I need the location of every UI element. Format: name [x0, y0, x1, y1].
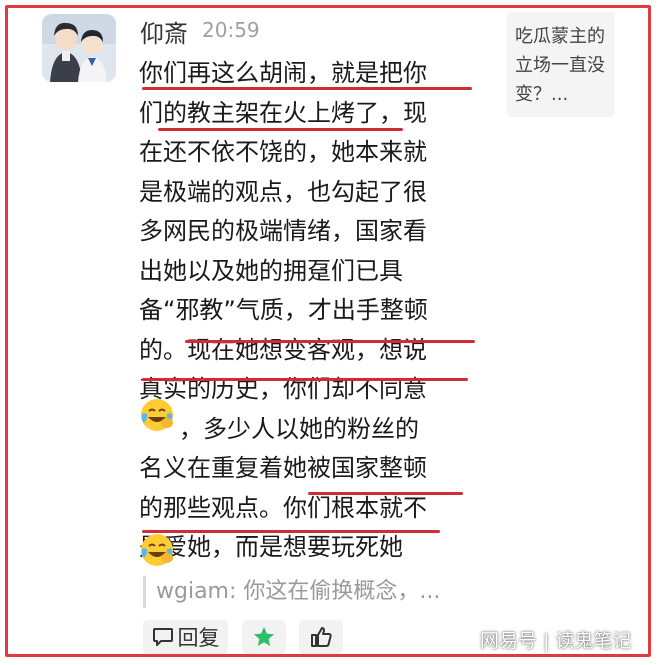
highlight-underline [142, 378, 468, 381]
comment-line: 名义在重复着她被国家整顿 [139, 454, 427, 482]
avatar[interactable] [42, 14, 116, 82]
comment-line: 是极端的观点，也勾起了很 [139, 177, 427, 206]
watermark: 网易号 | 读鬼笔记 [480, 630, 632, 652]
comment-line: ，多少人以她的粉丝的 [179, 414, 419, 443]
reply-button[interactable]: 回复 [143, 620, 228, 654]
favorite-button[interactable] [242, 620, 286, 654]
highlight-underline [142, 87, 472, 90]
username[interactable]: 仰斎 [140, 14, 188, 49]
face-with-tears-of-joy-icon [141, 399, 173, 431]
comment-line: 备“邪教”气质，才出手整顿 [139, 296, 428, 324]
star-icon [254, 627, 274, 646]
comment-line: 多网民的极端情绪，国家看 [139, 217, 427, 245]
quoted-reply-text: wgiam: 你这在偷换概念，... [156, 579, 441, 604]
thumbs-up-icon [311, 627, 332, 647]
related-topic-text: 吃瓜蒙主的立场一直没变？... [515, 26, 605, 105]
face-with-tears-of-joy-icon [141, 534, 173, 566]
comment-icon [152, 628, 173, 646]
timestamp: 20:59 [202, 18, 260, 42]
quoted-reply[interactable]: wgiam: 你这在偷换概念，... [143, 576, 473, 608]
highlight-underline [308, 492, 463, 495]
comment-line: 真实的历史，你们却不同意 [139, 375, 427, 403]
comment-body: 你们再这么胡闹，就是把你 们的教主架在火上烤了，现 在还不依不饶的，她本来就 是… [139, 54, 479, 568]
highlight-underline [185, 340, 475, 343]
comment-line: 是爱她，而是想要玩死她 [139, 533, 403, 561]
highlight-underline [142, 530, 440, 533]
comment-line: 在还不依不饶的，她本来就 [139, 138, 427, 166]
avatar-image [42, 14, 116, 82]
comment-line: 的。现在她想变客观，想说 [139, 335, 427, 364]
like-button[interactable] [299, 620, 343, 654]
comment-line: 出她以及她的拥趸们已具 [139, 256, 403, 285]
highlight-underline [158, 128, 403, 131]
reply-label: 回复 [177, 626, 220, 650]
related-topic-card[interactable]: 吃瓜蒙主的立场一直没变？... [507, 12, 615, 117]
